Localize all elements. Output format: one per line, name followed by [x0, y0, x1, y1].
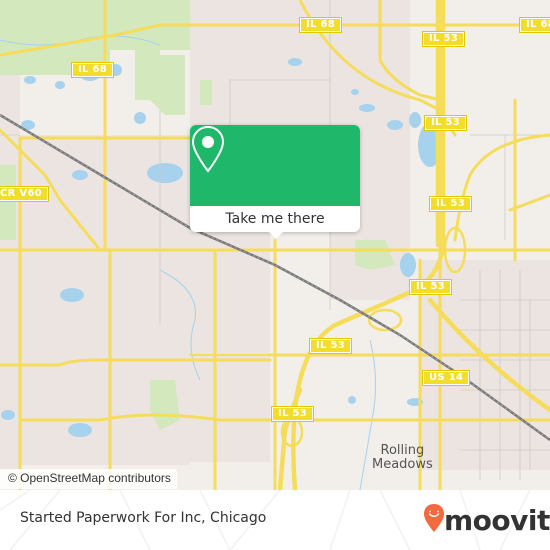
route-shield-il53: IL 53 — [309, 338, 352, 354]
place-label-line: Meadows — [372, 457, 433, 472]
take-me-there-button[interactable]: Take me there — [190, 206, 360, 232]
route-shield-il53: IL 53 — [422, 31, 465, 47]
route-shield-crv60: CR V60 — [0, 186, 49, 202]
route-shield-il53: IL 53 — [429, 196, 472, 212]
route-shield-us14: US 14 — [421, 370, 471, 386]
popup-header — [190, 125, 360, 206]
place-label-line: Rolling — [380, 443, 425, 458]
location-pin-icon — [191, 125, 225, 173]
place-label-rolling-meadows: Rolling Meadows — [372, 444, 433, 472]
footer-bar: Started Paperwork For Inc, Chicago moovi… — [0, 490, 550, 550]
map-attribution[interactable]: © OpenStreetMap contributors — [0, 469, 177, 489]
location-popup: Take me there — [190, 125, 360, 239]
route-shield-il53: IL 53 — [424, 115, 467, 131]
moovit-logo-icon — [424, 504, 444, 532]
route-shield-il68: IL 68 — [71, 62, 114, 78]
place-title: Started Paperwork For Inc, Chicago — [20, 510, 267, 526]
popup-pointer — [268, 231, 284, 239]
route-shield-il68: IL 68 — [519, 17, 550, 33]
moovit-logo-text[interactable]: moovit — [444, 504, 550, 537]
route-shield-il68: IL 68 — [299, 17, 342, 33]
route-shield-il53: IL 53 — [409, 279, 452, 295]
route-shield-il53: IL 53 — [271, 406, 314, 422]
map-view[interactable]: IL 68 IL 68 IL 68 IL 53 IL 53 IL 53 IL 5… — [0, 0, 550, 490]
